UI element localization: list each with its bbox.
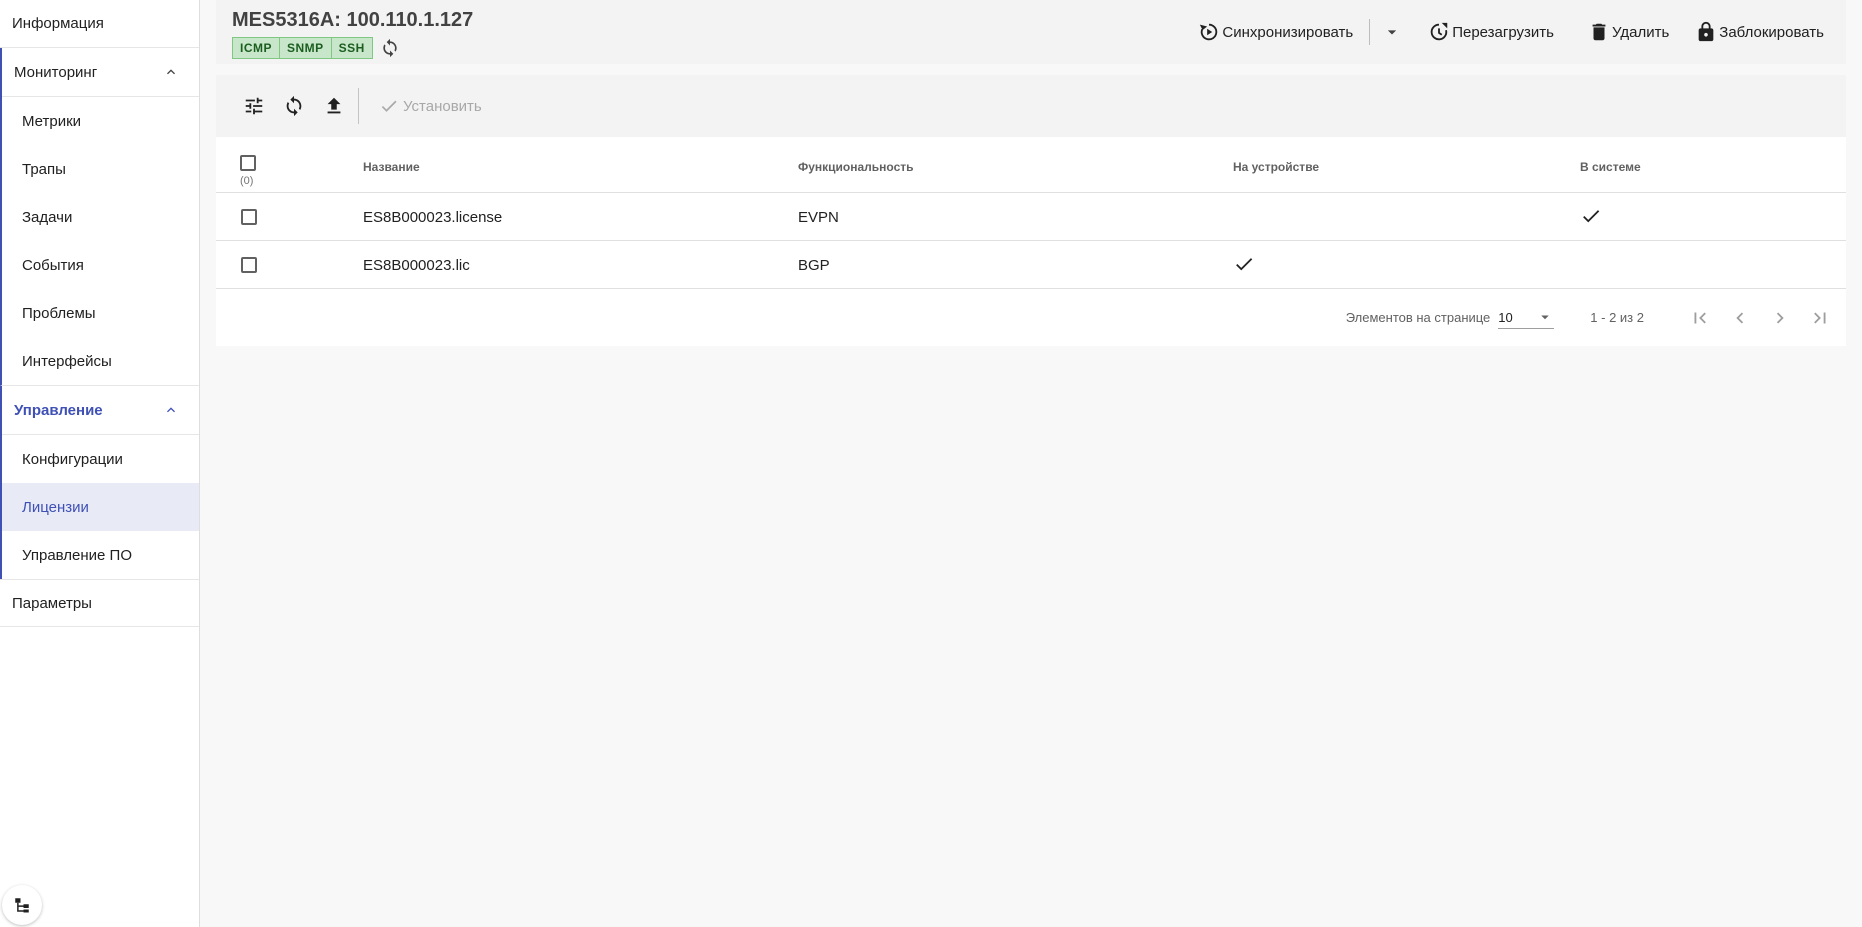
sidebar-group-management: Управление Конфигурации Лицензии Управле… <box>0 385 199 579</box>
sync-button[interactable]: Синхронизировать <box>1198 18 1353 46</box>
table-row[interactable]: ES8B000023.lic BGP <box>216 241 1846 289</box>
paginator: Элементов на странице 10 1 - 2 из 2 <box>216 289 1846 346</box>
sync-play-icon <box>1200 23 1218 41</box>
column-header-on-device[interactable]: На устройстве <box>1233 160 1319 174</box>
last-page-button[interactable] <box>1800 298 1840 338</box>
refresh-icon <box>286 95 302 117</box>
check-icon <box>1583 210 1600 223</box>
check-icon <box>381 100 397 112</box>
sidebar-group-monitoring: Мониторинг Метрики Трапы Задачи События … <box>0 48 199 385</box>
column-header-name[interactable]: Название <box>363 160 420 174</box>
sidebar-item-label: Конфигурации <box>22 450 123 468</box>
sidebar-item-label: Задачи <box>22 208 73 226</box>
license-name: ES8B000023.license <box>363 209 503 226</box>
tree-view-button[interactable] <box>2 885 42 925</box>
chevron-up-icon <box>167 69 175 75</box>
restart-icon <box>1430 22 1448 41</box>
install-button-label: Установить <box>403 97 482 115</box>
upload-icon <box>327 97 341 114</box>
device-header: MES5316A: 100.110.1.127 ICMP SNMP SSH Си… <box>216 0 1846 64</box>
sidebar-item-label: Управление ПО <box>22 546 133 564</box>
reboot-button-label: Перезагрузить <box>1452 23 1554 41</box>
first-page-button[interactable] <box>1680 298 1720 338</box>
sidebar-item-problems[interactable]: Проблемы <box>2 289 199 337</box>
delete-button[interactable]: Удалить <box>1588 18 1669 46</box>
protocol-badges: ICMP SNMP SSH <box>232 37 373 59</box>
select-all-checkbox[interactable] <box>240 155 256 171</box>
sidebar-item-label: События <box>22 256 84 274</box>
license-feature: EVPN <box>798 209 839 226</box>
sidebar-item-label: Проблемы <box>22 304 96 322</box>
sidebar-item-tasks[interactable]: Задачи <box>2 193 199 241</box>
last-page-icon <box>1814 312 1826 323</box>
page-size-select[interactable]: 10 <box>1498 307 1555 329</box>
table-row[interactable]: ES8B000023.license EVPN <box>216 193 1846 241</box>
row-checkbox[interactable] <box>241 209 257 225</box>
sidebar-group-label: Мониторинг <box>14 63 98 81</box>
sidebar-item-label: Информация <box>12 15 104 32</box>
caret-down-icon <box>1541 315 1550 320</box>
sidebar-item-interfaces[interactable]: Интерфейсы <box>2 337 199 385</box>
refresh-status-button[interactable] <box>379 37 401 59</box>
row-checkbox[interactable] <box>241 257 257 273</box>
tune-icon <box>245 97 263 115</box>
caret-down-icon[interactable] <box>1382 22 1402 42</box>
license-feature: BGP <box>798 257 830 274</box>
sidebar-item-label: Трапы <box>22 160 66 178</box>
table-header: (0) Название Функциональность На устройс… <box>216 137 1846 193</box>
upload-button[interactable] <box>314 86 354 126</box>
previous-page-button[interactable] <box>1720 298 1760 338</box>
page-size-value: 10 <box>1498 309 1513 325</box>
filter-button[interactable] <box>234 86 274 126</box>
sidebar-item-params[interactable]: Параметры <box>0 579 199 627</box>
sidebar-item-licenses[interactable]: Лицензии <box>2 483 199 531</box>
licenses-panel: Установить (0) Название Функциональность… <box>216 75 1846 346</box>
refresh-button[interactable] <box>274 86 314 126</box>
delete-button-label: Удалить <box>1612 23 1670 41</box>
sidebar-item-label: Метрики <box>22 112 82 130</box>
divider <box>1369 19 1371 45</box>
column-header-in-system[interactable]: В системе <box>1580 160 1641 174</box>
sidebar-item-label: Лицензии <box>22 498 89 516</box>
badge-icmp: ICMP <box>232 37 280 59</box>
sync-button-label: Синхронизировать <box>1222 23 1354 41</box>
badge-ssh: SSH <box>331 37 373 59</box>
sidebar-item-label: Параметры <box>12 594 92 612</box>
sidebar: Информация Мониторинг Метрики Трапы Зада… <box>0 0 200 927</box>
chevron-left-icon <box>1736 312 1744 323</box>
license-name: ES8B000023.lic <box>363 257 470 274</box>
items-per-page-label: Элементов на странице <box>1345 310 1491 325</box>
first-page-icon <box>1694 312 1706 323</box>
trash-icon <box>1592 23 1606 41</box>
badge-snmp: SNMP <box>280 37 332 59</box>
selected-count: (0) <box>240 175 254 187</box>
sidebar-item-traps[interactable]: Трапы <box>2 145 199 193</box>
column-header-feature[interactable]: Функциональность <box>798 160 914 174</box>
sidebar-item-configurations[interactable]: Конфигурации <box>2 435 199 483</box>
sidebar-item-label: Интерфейсы <box>22 352 112 370</box>
sidebar-group-monitoring-toggle[interactable]: Мониторинг <box>2 48 199 97</box>
page-title: MES5316A: 100.110.1.127 <box>232 9 474 31</box>
chevron-up-icon <box>167 407 175 413</box>
sidebar-item-info[interactable]: Информация <box>0 0 199 48</box>
divider <box>358 88 359 124</box>
lock-icon <box>1698 21 1714 42</box>
chevron-right-icon <box>1776 312 1784 323</box>
sidebar-item-events[interactable]: События <box>2 241 199 289</box>
sidebar-group-management-toggle[interactable]: Управление <box>2 386 199 435</box>
check-icon <box>1236 258 1253 271</box>
sidebar-item-software-management[interactable]: Управление ПО <box>2 531 199 579</box>
sidebar-item-metrics[interactable]: Метрики <box>2 97 199 145</box>
sidebar-group-label: Управление <box>14 401 103 419</box>
page-range: 1 - 2 из 2 <box>1590 310 1644 325</box>
refresh-icon <box>383 38 397 58</box>
lock-button-label: Заблокировать <box>1719 23 1824 41</box>
install-button[interactable]: Установить <box>379 96 482 116</box>
reboot-button[interactable]: Перезагрузить <box>1428 18 1554 46</box>
next-page-button[interactable] <box>1760 298 1800 338</box>
table-toolbar: Установить <box>216 75 1846 137</box>
lock-button[interactable]: Заблокировать <box>1695 18 1824 46</box>
tree-icon <box>15 898 29 913</box>
header-actions: Синхронизировать Перезагрузить Удалить З… <box>1198 18 1846 46</box>
